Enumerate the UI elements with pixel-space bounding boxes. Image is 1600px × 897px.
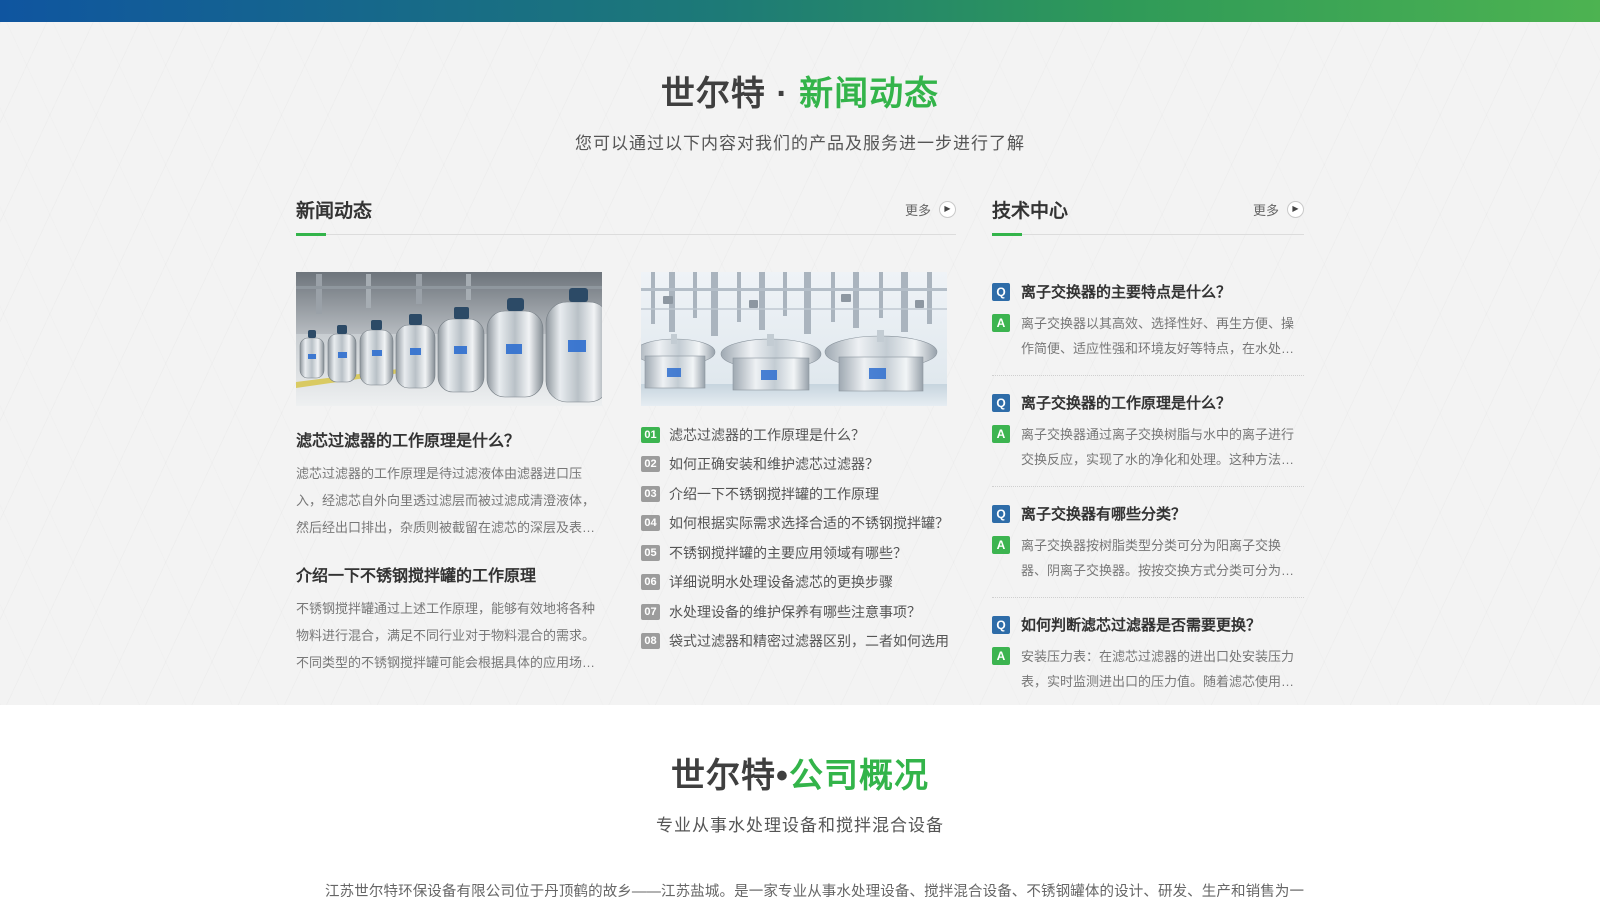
news-section-title: 世尔特 · 新闻动态 — [0, 66, 1600, 115]
company-title-prefix: 世尔特• — [671, 757, 789, 795]
list-item-title: 袋式过滤器和精密过滤器区别，二者如何选用 — [669, 631, 949, 651]
list-item-title: 水处理设备的维护保养有哪些注意事项？ — [669, 602, 921, 622]
tech-column-header: 技术中心 — [992, 196, 1068, 223]
q-badge-icon: Q — [992, 283, 1010, 301]
news-article: 介绍一下不锈钢搅拌罐的工作原理 不锈钢搅拌罐通过上述工作原理，能够有效地将各种物… — [296, 562, 602, 676]
news-article: 滤芯过滤器的工作原理是什么？ 滤芯过滤器的工作原理是待过滤液体由滤器进口压入，经… — [296, 427, 602, 541]
qa-answer-text: 安装压力表：在滤芯过滤器的进出口处安装压力表，实时监测进出口的压力值。随着滤芯使… — [1021, 644, 1304, 694]
top-gradient-bar — [0, 0, 1600, 22]
article-excerpt: 不锈钢搅拌罐通过上述工作原理，能够有效地将各种物料进行混合，满足不同行业对于物料… — [296, 595, 602, 676]
list-item-title: 如何根据实际需求选择合适的不锈钢搅拌罐？ — [669, 513, 949, 533]
qa-item: Q 离子交换器的主要特点是什么？ A 离子交换器以其高效、选择性好、再生方便、操作简… — [992, 265, 1304, 375]
company-section-subtitle: 专业从事水处理设备和搅拌混合设备 — [0, 811, 1600, 836]
qa-question[interactable]: Q 如何判断滤芯过滤器是否需要更换？ — [992, 614, 1304, 635]
a-badge-icon: A — [992, 647, 1010, 665]
qa-list: Q 离子交换器的主要特点是什么？ A 离子交换器以其高效、选择性好、再生方便、操作简… — [992, 265, 1304, 708]
news-more-label: 更多 — [905, 200, 931, 219]
news-more-button[interactable]: 更多 ▶ — [905, 200, 956, 219]
list-item[interactable]: 03 介绍一下不锈钢搅拌罐的工作原理 — [641, 479, 956, 509]
list-item[interactable]: 02 如何正确安装和维护滤芯过滤器？ — [641, 450, 956, 480]
q-badge-icon: Q — [992, 394, 1010, 412]
qa-question-text: 离子交换器有哪些分类？ — [1021, 503, 1186, 524]
list-item[interactable]: 01 滤芯过滤器的工作原理是什么？ — [641, 420, 956, 450]
company-section-title: 世尔特•公司概况 — [0, 748, 1600, 797]
q-badge-icon: Q — [992, 616, 1010, 634]
news-image-tanks[interactable] — [296, 272, 602, 406]
a-badge-icon: A — [992, 536, 1010, 554]
qa-answer-text: 离子交换器以其高效、选择性好、再生方便、操作简便、适应性强和环境友好等特点，在水… — [1021, 311, 1304, 361]
green-accent-segment — [992, 233, 1022, 236]
list-item-title: 滤芯过滤器的工作原理是什么？ — [669, 425, 865, 445]
news-section-subtitle: 您可以通过以下内容对我们的产品及服务进一步进行了解 — [0, 129, 1600, 154]
list-number-badge: 06 — [641, 574, 660, 590]
news-image-mixers[interactable] — [641, 272, 947, 406]
qa-answer-text: 离子交换器按树脂类型分类可分为阳离子交换器、阴离子交换器。按按交换方式分类可分为… — [1021, 533, 1304, 583]
green-accent-segment — [296, 233, 326, 236]
qa-question-text: 如何判断滤芯过滤器是否需要更换？ — [1021, 614, 1261, 635]
list-number-badge: 01 — [641, 427, 660, 443]
arrow-right-icon: ▶ — [939, 201, 956, 218]
list-number-badge: 05 — [641, 545, 660, 561]
news-column-header: 新闻动态 — [296, 196, 372, 223]
qa-question-text: 离子交换器的主要特点是什么？ — [1021, 281, 1231, 302]
qa-question[interactable]: Q 离子交换器有哪些分类？ — [992, 503, 1304, 524]
list-number-badge: 04 — [641, 515, 660, 531]
qa-item: Q 离子交换器有哪些分类？ A 离子交换器按树脂类型分类可分为阳离子交换器、阴离子交… — [992, 486, 1304, 597]
tech-more-button[interactable]: 更多 ▶ — [1253, 200, 1304, 219]
qa-question-text: 离子交换器的工作原理是什么？ — [1021, 392, 1231, 413]
list-item-title: 不锈钢搅拌罐的主要应用领域有哪些？ — [669, 543, 907, 563]
company-section: 世尔特•公司概况 专业从事水处理设备和搅拌混合设备 江苏世尔特环保设备有限公司位… — [0, 705, 1600, 897]
list-item-title: 介绍一下不锈钢搅拌罐的工作原理 — [669, 484, 879, 504]
list-item[interactable]: 04 如何根据实际需求选择合适的不锈钢搅拌罐？ — [641, 509, 956, 539]
list-number-badge: 07 — [641, 604, 660, 620]
qa-answer-text: 离子交换器通过离子交换树脂与水中的离子进行交换反应，实现了水的净化和处理。这种方… — [1021, 422, 1304, 472]
list-item-title: 详细说明水处理设备滤芯的更换步骤 — [669, 572, 893, 592]
article-title[interactable]: 滤芯过滤器的工作原理是什么？ — [296, 427, 602, 451]
qa-question[interactable]: Q 离子交换器的主要特点是什么？ — [992, 281, 1304, 302]
list-number-badge: 02 — [641, 456, 660, 472]
arrow-right-icon: ▶ — [1287, 201, 1304, 218]
list-item[interactable]: 07 水处理设备的维护保养有哪些注意事项？ — [641, 597, 956, 627]
tech-center-column: 技术中心 更多 ▶ Q 离子交换器的主要特点是什么？ A 离子交换器以其高效、选择性… — [992, 196, 1304, 708]
list-item[interactable]: 06 详细说明水处理设备滤芯的更换步骤 — [641, 568, 956, 598]
q-badge-icon: Q — [992, 505, 1010, 523]
company-title-highlight: 公司概况 — [789, 757, 929, 795]
qa-item: Q 如何判断滤芯过滤器是否需要更换？ A 安装压力表：在滤芯过滤器的进出口处安装压力… — [992, 597, 1304, 708]
news-section: 世尔特 · 新闻动态 您可以通过以下内容对我们的产品及服务进一步进行了解 新闻动… — [0, 22, 1600, 705]
list-item[interactable]: 08 袋式过滤器和精密过滤器区别，二者如何选用 — [641, 627, 956, 657]
list-number-badge: 08 — [641, 633, 660, 649]
news-title-list: 01 滤芯过滤器的工作原理是什么？ 02 如何正确安装和维护滤芯过滤器？ 03 介绍一… — [641, 420, 956, 656]
list-item[interactable]: 05 不锈钢搅拌罐的主要应用领域有哪些？ — [641, 538, 956, 568]
news-header-divider — [296, 234, 956, 235]
qa-item: Q 离子交换器的工作原理是什么？ A 离子交换器通过离子交换树脂与水中的离子进行交换… — [992, 375, 1304, 486]
tech-header-divider — [992, 234, 1304, 235]
list-item-title: 如何正确安装和维护滤芯过滤器？ — [669, 454, 879, 474]
article-excerpt: 滤芯过滤器的工作原理是待过滤液体由滤器进口压入，经滤芯自外向里透过滤层而被过滤成… — [296, 460, 602, 541]
news-title-prefix: 世尔特 · — [661, 75, 799, 113]
a-badge-icon: A — [992, 425, 1010, 443]
company-intro-paragraph: 江苏世尔特环保设备有限公司位于丹顶鹤的故乡——江苏盐城。是一家专业从事水处理设备… — [296, 876, 1304, 897]
news-column: 新闻动态 更多 ▶ — [296, 196, 956, 708]
list-number-badge: 03 — [641, 486, 660, 502]
tech-more-label: 更多 — [1253, 200, 1279, 219]
qa-question[interactable]: Q 离子交换器的工作原理是什么？ — [992, 392, 1304, 413]
news-title-highlight: 新闻动态 — [799, 75, 939, 113]
article-title[interactable]: 介绍一下不锈钢搅拌罐的工作原理 — [296, 562, 602, 586]
a-badge-icon: A — [992, 314, 1010, 332]
